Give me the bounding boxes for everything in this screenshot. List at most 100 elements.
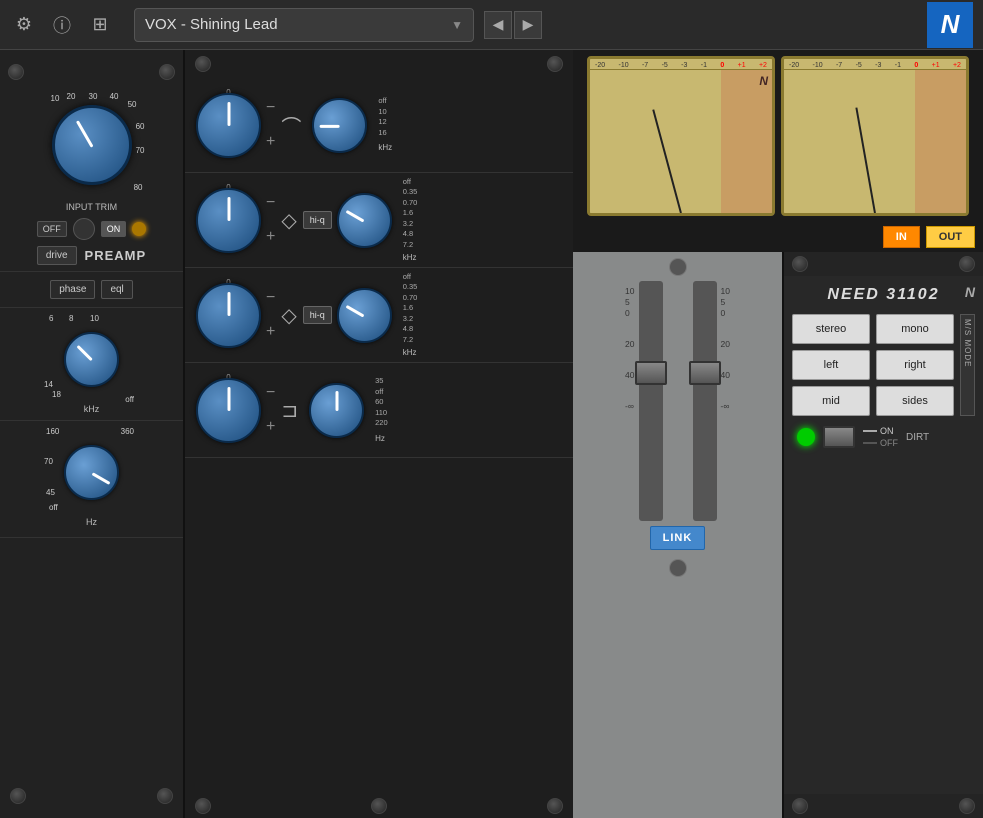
off-switch[interactable]: OFF bbox=[863, 438, 898, 448]
dirt-led bbox=[797, 428, 815, 446]
eq1-freq-knob[interactable] bbox=[312, 98, 367, 153]
input-trim-knob[interactable] bbox=[52, 105, 132, 185]
eql-button[interactable]: eql bbox=[101, 280, 132, 299]
need-screws-bottom bbox=[784, 794, 983, 818]
fader-top-screw bbox=[669, 258, 687, 276]
hiq-btn-1[interactable]: hi-q bbox=[303, 211, 332, 229]
phase-button[interactable]: phase bbox=[50, 280, 95, 299]
bass-freq-knob[interactable] bbox=[64, 445, 119, 500]
in-out-buttons: IN OUT bbox=[573, 222, 983, 252]
stereo-button[interactable]: stereo bbox=[792, 314, 870, 344]
prev-preset-button[interactable]: ◀ bbox=[484, 11, 512, 39]
scale-30: 30 bbox=[89, 92, 98, 101]
eq-band-1: 0 − + ⌒ off 10 bbox=[185, 78, 573, 173]
power-knob[interactable] bbox=[73, 218, 95, 240]
fader-left-track[interactable] bbox=[639, 281, 663, 521]
next-preset-button[interactable]: ▶ bbox=[514, 11, 542, 39]
on-off-switch: ON OFF bbox=[863, 426, 898, 448]
bell-filter-symbol-1: ◇ bbox=[281, 208, 296, 233]
lp-freq-knob[interactable] bbox=[64, 332, 119, 387]
ms-mode-label[interactable]: M/S MODE bbox=[960, 314, 975, 416]
eq4-freq-indicator bbox=[335, 391, 338, 411]
center-screws-top bbox=[185, 50, 573, 78]
nav-arrows: ◀ ▶ bbox=[484, 11, 542, 39]
eq1-gain-knob[interactable] bbox=[196, 93, 261, 158]
eq2-gain-knob[interactable] bbox=[196, 188, 261, 253]
hp-filter-symbol: ⌒ bbox=[281, 111, 301, 140]
out-button[interactable]: OUT bbox=[926, 226, 975, 248]
drive-button[interactable]: drive bbox=[37, 246, 77, 265]
sides-button[interactable]: sides bbox=[876, 386, 954, 416]
vu-meters-row: -20 -10 -7 -5 -3 -1 0 +1 +2 N bbox=[573, 50, 983, 222]
chevron-down-icon: ▼ bbox=[451, 18, 463, 32]
input-trim-label: INPUT TRIM bbox=[66, 202, 117, 212]
dirt-knob-area[interactable] bbox=[823, 426, 855, 448]
eq3-freq-knob[interactable] bbox=[337, 288, 392, 343]
eq2-minusplus: − + bbox=[266, 195, 275, 245]
info-icon[interactable]: ⓘ bbox=[48, 11, 76, 39]
eq1-freq-scale: off 10 12 16 kHz bbox=[378, 96, 392, 153]
off-button[interactable]: OFF bbox=[37, 221, 67, 237]
input-trim-indicator bbox=[75, 120, 92, 147]
vu-red-zone-right bbox=[915, 70, 966, 213]
scale-70: 70 bbox=[136, 146, 145, 155]
eq3-freq-scale: off 0.35 0.70 1.6 3.2 4.8 7.2 kHz bbox=[403, 272, 418, 359]
bass-scale-360: 360 bbox=[121, 427, 134, 436]
mono-button[interactable]: mono bbox=[876, 314, 954, 344]
lp-filter-section: 6 8 10 14 18 off kHz bbox=[0, 308, 183, 421]
sliders-icon[interactable]: ⊞ bbox=[86, 11, 114, 39]
bass-freq-indicator bbox=[91, 472, 110, 485]
center-panel: 0 − + ⌒ off 10 bbox=[185, 50, 573, 818]
vu-needle-area-left: N bbox=[590, 70, 772, 213]
lp-scale-10: 10 bbox=[90, 314, 99, 323]
fader-right-track[interactable] bbox=[693, 281, 717, 521]
eq-band-2: 0 − + ◇ hi-q off 0.35 0 bbox=[185, 173, 573, 268]
eq3-freq-group: off 0.35 0.70 1.6 3.2 4.8 7.2 kHz bbox=[332, 272, 418, 359]
fader-right-handle[interactable] bbox=[689, 361, 721, 385]
scale-50: 50 bbox=[128, 100, 137, 109]
fader-need-row: 10 5 0 20 40 -∞ bbox=[573, 252, 983, 818]
link-button[interactable]: LINK bbox=[650, 526, 706, 550]
on-button[interactable]: ON bbox=[101, 221, 127, 237]
scale-40: 40 bbox=[110, 92, 119, 101]
lp-scale-18: 18 bbox=[52, 390, 61, 399]
center-screw-bm bbox=[371, 798, 387, 814]
eq4-freq-knob[interactable] bbox=[309, 383, 364, 438]
settings-icon[interactable]: ⚙ bbox=[10, 11, 38, 39]
vu-red-zone-left bbox=[721, 70, 772, 213]
right-panel: -20 -10 -7 -5 -3 -1 0 +1 +2 N bbox=[573, 50, 983, 818]
vu-meter-left: -20 -10 -7 -5 -3 -1 0 +1 +2 N bbox=[587, 56, 775, 216]
lp-scale-8: 8 bbox=[69, 314, 73, 323]
scale-80: 80 bbox=[134, 183, 143, 192]
eq2-gain-indicator bbox=[227, 197, 230, 221]
lp-freq-indicator bbox=[76, 345, 93, 362]
hiq-btn-2[interactable]: hi-q bbox=[303, 306, 332, 324]
vu-section: -20 -10 -7 -5 -3 -1 0 +1 +2 N bbox=[573, 50, 983, 252]
preset-selector[interactable]: VOX - Shining Lead ▼ bbox=[134, 8, 474, 42]
fader-channels: 10 5 0 20 40 -∞ bbox=[625, 281, 730, 521]
eq4-minusplus: − + bbox=[266, 385, 275, 435]
fader-left-channel: 10 5 0 20 40 -∞ bbox=[625, 281, 662, 521]
need-screw-tr bbox=[959, 256, 975, 272]
dirt-fader[interactable] bbox=[823, 426, 855, 448]
eq1-gain-indicator bbox=[227, 102, 230, 126]
center-screws-bottom bbox=[185, 794, 573, 818]
need-title: NEED 31102 bbox=[792, 286, 975, 304]
eq2-freq-scale: off 0.35 0.70 1.6 3.2 4.8 7.2 kHz bbox=[403, 177, 418, 264]
need-screw-br bbox=[959, 798, 975, 814]
on-switch[interactable]: ON bbox=[863, 426, 898, 436]
need-screws-top bbox=[784, 252, 983, 276]
eq3-gain-knob[interactable] bbox=[196, 283, 261, 348]
eq4-gain-knob[interactable] bbox=[196, 378, 261, 443]
left-button[interactable]: left bbox=[792, 350, 870, 380]
bass-scale-70: 70 bbox=[44, 457, 53, 466]
fader-right-channel: 10 5 0 20 40 -∞ bbox=[693, 281, 730, 521]
mid-button[interactable]: mid bbox=[792, 386, 870, 416]
eq4-freq-group: 35 off 60 110 220 Hz bbox=[304, 376, 388, 444]
n-logo: N bbox=[927, 2, 973, 48]
in-button[interactable]: IN bbox=[883, 226, 920, 248]
eq2-freq-knob[interactable] bbox=[337, 193, 392, 248]
fader-left-handle[interactable] bbox=[635, 361, 667, 385]
need-screw-tl bbox=[792, 256, 808, 272]
right-button[interactable]: right bbox=[876, 350, 954, 380]
